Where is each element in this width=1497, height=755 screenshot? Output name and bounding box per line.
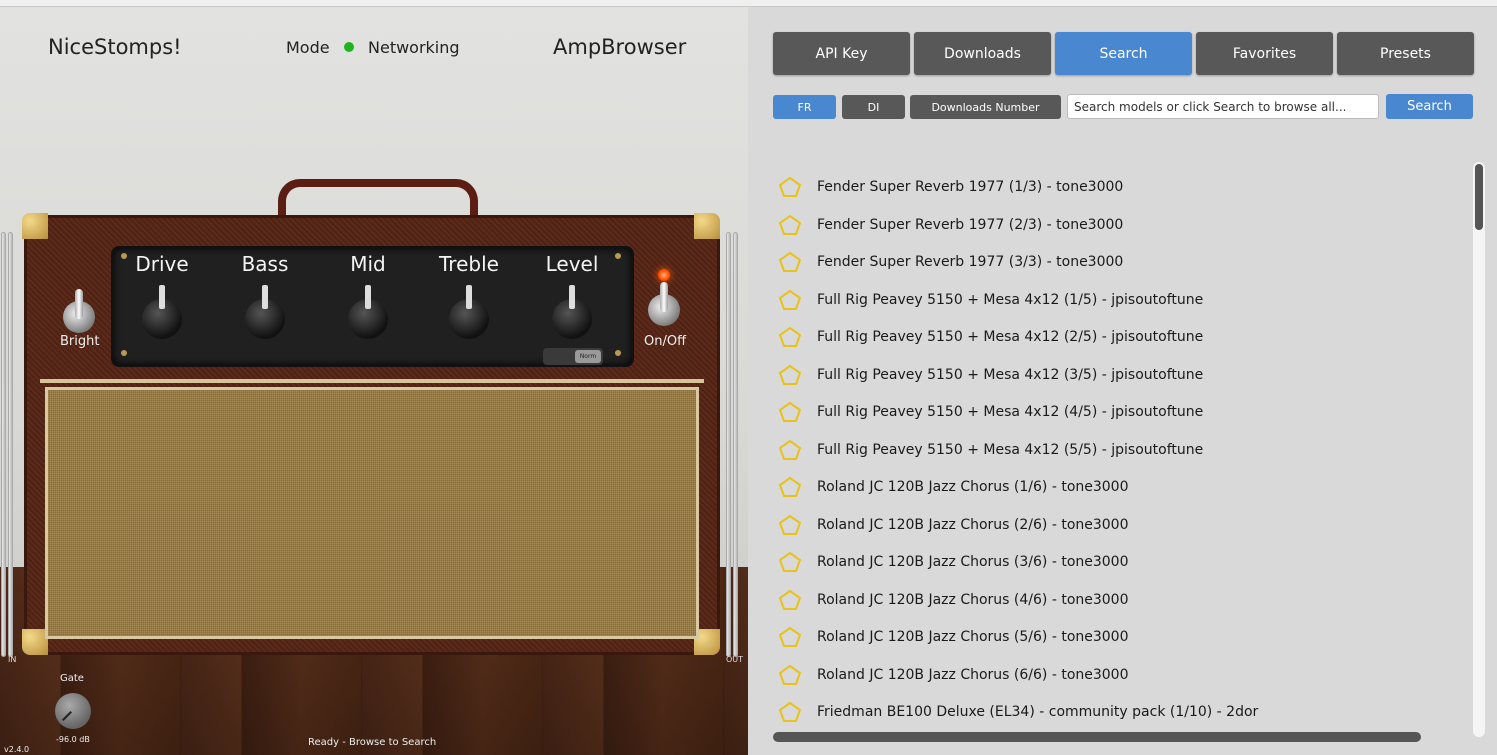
favorite-star-icon[interactable] (778, 326, 802, 348)
favorite-star-icon[interactable] (778, 664, 802, 686)
bright-toggle-switch[interactable] (63, 289, 95, 335)
result-title: Fender Super Reverb 1977 (1/3) - tone300… (817, 179, 1124, 195)
gate-value: -96.0 dB (56, 735, 90, 744)
result-title: Full Rig Peavey 5150 + Mesa 4x12 (5/5) -… (817, 441, 1204, 458)
list-item[interactable]: Fender Super Reverb 1977 (2/3) - tone300… (778, 210, 1468, 240)
knob-label-bass: Bass (241, 252, 289, 276)
favorite-star-icon[interactable] (778, 589, 802, 611)
input-level-meter (1, 232, 21, 657)
list-item[interactable]: Full Rig Peavey 5150 + Mesa 4x12 (1/5) -… (778, 285, 1468, 315)
list-item[interactable]: Roland JC 120B Jazz Chorus (6/6) - tone3… (778, 660, 1468, 690)
bright-label: Bright (60, 334, 100, 349)
favorite-star-icon[interactable] (778, 251, 802, 273)
list-item[interactable]: Full Rig Peavey 5150 + Mesa 4x12 (4/5) -… (778, 397, 1468, 427)
favorite-star-icon[interactable] (778, 514, 802, 536)
level-knob[interactable] (552, 285, 592, 340)
version-label: v2.4.0 (4, 745, 30, 754)
search-input[interactable] (1067, 94, 1379, 119)
amp-corner (22, 213, 48, 239)
norm-switch[interactable]: Norm (543, 348, 603, 365)
knob-label-level: Level (545, 252, 599, 276)
filter-fr-button[interactable]: FR (773, 95, 836, 119)
list-item[interactable]: Friedman BE100 Deluxe (EL34) - community… (778, 697, 1468, 727)
tab-presets[interactable]: Presets (1337, 32, 1474, 75)
drive-knob[interactable] (142, 285, 182, 340)
list-item[interactable]: Fender Super Reverb 1977 (3/3) - tone300… (778, 247, 1468, 277)
result-title: Full Rig Peavey 5150 + Mesa 4x12 (2/5) -… (817, 329, 1204, 345)
app-name: AmpBrowser (553, 35, 687, 59)
favorite-star-icon[interactable] (778, 626, 802, 648)
knob-label-drive: Drive (135, 252, 189, 276)
gate-knob[interactable] (55, 693, 91, 729)
favorite-star-icon[interactable] (778, 476, 802, 498)
status-message: Ready - Browse to Search (308, 737, 437, 748)
gate-label: Gate (60, 673, 84, 684)
favorite-star-icon[interactable] (778, 439, 802, 461)
result-title: Roland JC 120B Jazz Chorus (6/6) - tone3… (817, 666, 1129, 683)
power-led (658, 269, 670, 281)
list-item[interactable]: Fender Super Reverb 1977 (1/3) - tone300… (778, 172, 1468, 202)
result-title: Fender Super Reverb 1977 (2/3) - tone300… (817, 216, 1124, 233)
list-item[interactable]: Roland JC 120B Jazz Chorus (5/6) - tone3… (778, 622, 1468, 652)
input-meter-label: IN (8, 655, 17, 664)
favorite-star-icon[interactable] (778, 401, 802, 423)
favorite-star-icon[interactable] (778, 551, 802, 573)
vertical-scrollbar-thumb[interactable] (1475, 164, 1483, 230)
result-title: Roland JC 120B Jazz Chorus (3/6) - tone3… (817, 554, 1129, 570)
mode-status-dot (344, 42, 354, 52)
amp-grille (45, 387, 699, 639)
list-item[interactable]: Full Rig Peavey 5150 + Mesa 4x12 (3/5) -… (778, 360, 1468, 390)
favorite-star-icon[interactable] (778, 701, 802, 723)
panel-screw (121, 350, 127, 356)
knob-label-treble: Treble (439, 252, 499, 276)
list-item[interactable]: Full Rig Peavey 5150 + Mesa 4x12 (5/5) -… (778, 435, 1468, 465)
knob-label-mid: Mid (350, 252, 386, 276)
result-title: Full Rig Peavey 5150 + Mesa 4x12 (1/5) -… (817, 291, 1204, 308)
norm-label: Norm (575, 350, 601, 363)
power-toggle-switch[interactable] (648, 282, 680, 328)
list-item[interactable]: Roland JC 120B Jazz Chorus (1/6) - tone3… (778, 472, 1468, 502)
amp-view: NiceStomps! Mode Networking AmpBrowser I… (0, 7, 748, 755)
list-item[interactable]: Roland JC 120B Jazz Chorus (3/6) - tone3… (778, 547, 1468, 577)
tab-downloads[interactable]: Downloads (914, 32, 1051, 75)
result-title: Roland JC 120B Jazz Chorus (2/6) - tone3… (817, 516, 1129, 533)
filter-di-button[interactable]: DI (842, 95, 905, 119)
result-title: Fender Super Reverb 1977 (3/3) - tone300… (817, 254, 1124, 270)
search-button[interactable]: Search (1386, 94, 1473, 119)
favorite-star-icon[interactable] (778, 289, 802, 311)
output-meter-label: OUT (726, 655, 744, 664)
result-title: Roland JC 120B Jazz Chorus (1/6) - tone3… (817, 479, 1129, 495)
horizontal-scrollbar-thumb[interactable] (773, 732, 1421, 742)
result-title: Friedman BE100 Deluxe (EL34) - community… (817, 704, 1259, 720)
amp-piping (40, 379, 704, 383)
list-item[interactable]: Full Rig Peavey 5150 + Mesa 4x12 (2/5) -… (778, 322, 1468, 352)
list-item[interactable]: Roland JC 120B Jazz Chorus (2/6) - tone3… (778, 510, 1468, 540)
amp-corner (694, 213, 720, 239)
result-title: Roland JC 120B Jazz Chorus (5/6) - tone3… (817, 629, 1129, 645)
mode-status[interactable]: Networking (368, 38, 460, 57)
output-level-meter (726, 232, 746, 657)
treble-knob[interactable] (449, 285, 489, 340)
result-title: Full Rig Peavey 5150 + Mesa 4x12 (3/5) -… (817, 366, 1204, 383)
list-item[interactable]: Roland JC 120B Jazz Chorus (4/6) - tone3… (778, 585, 1468, 615)
sort-downloads-number-button[interactable]: Downloads Number (910, 95, 1061, 119)
mid-knob[interactable] (348, 285, 388, 340)
window-top-strip (0, 0, 1497, 7)
tab-api-key[interactable]: API Key (773, 32, 910, 75)
favorite-star-icon[interactable] (778, 176, 802, 198)
panel-screw (615, 350, 621, 356)
tab-favorites[interactable]: Favorites (1196, 32, 1333, 75)
brand-title: NiceStomps! (48, 35, 182, 59)
result-title: Full Rig Peavey 5150 + Mesa 4x12 (4/5) -… (817, 404, 1204, 420)
result-title: Roland JC 120B Jazz Chorus (4/6) - tone3… (817, 591, 1129, 608)
favorite-star-icon[interactable] (778, 364, 802, 386)
tab-search[interactable]: Search (1055, 32, 1192, 75)
mode-label: Mode (286, 38, 330, 57)
results-list: Fender Super Reverb 1977 (1/3) - tone300… (748, 162, 1478, 737)
vertical-scrollbar-track[interactable] (1473, 162, 1485, 737)
power-label: On/Off (644, 334, 687, 349)
bass-knob[interactable] (245, 285, 285, 340)
favorite-star-icon[interactable] (778, 214, 802, 236)
browser-panel: API Key Downloads Search Favorites Prese… (748, 7, 1497, 755)
